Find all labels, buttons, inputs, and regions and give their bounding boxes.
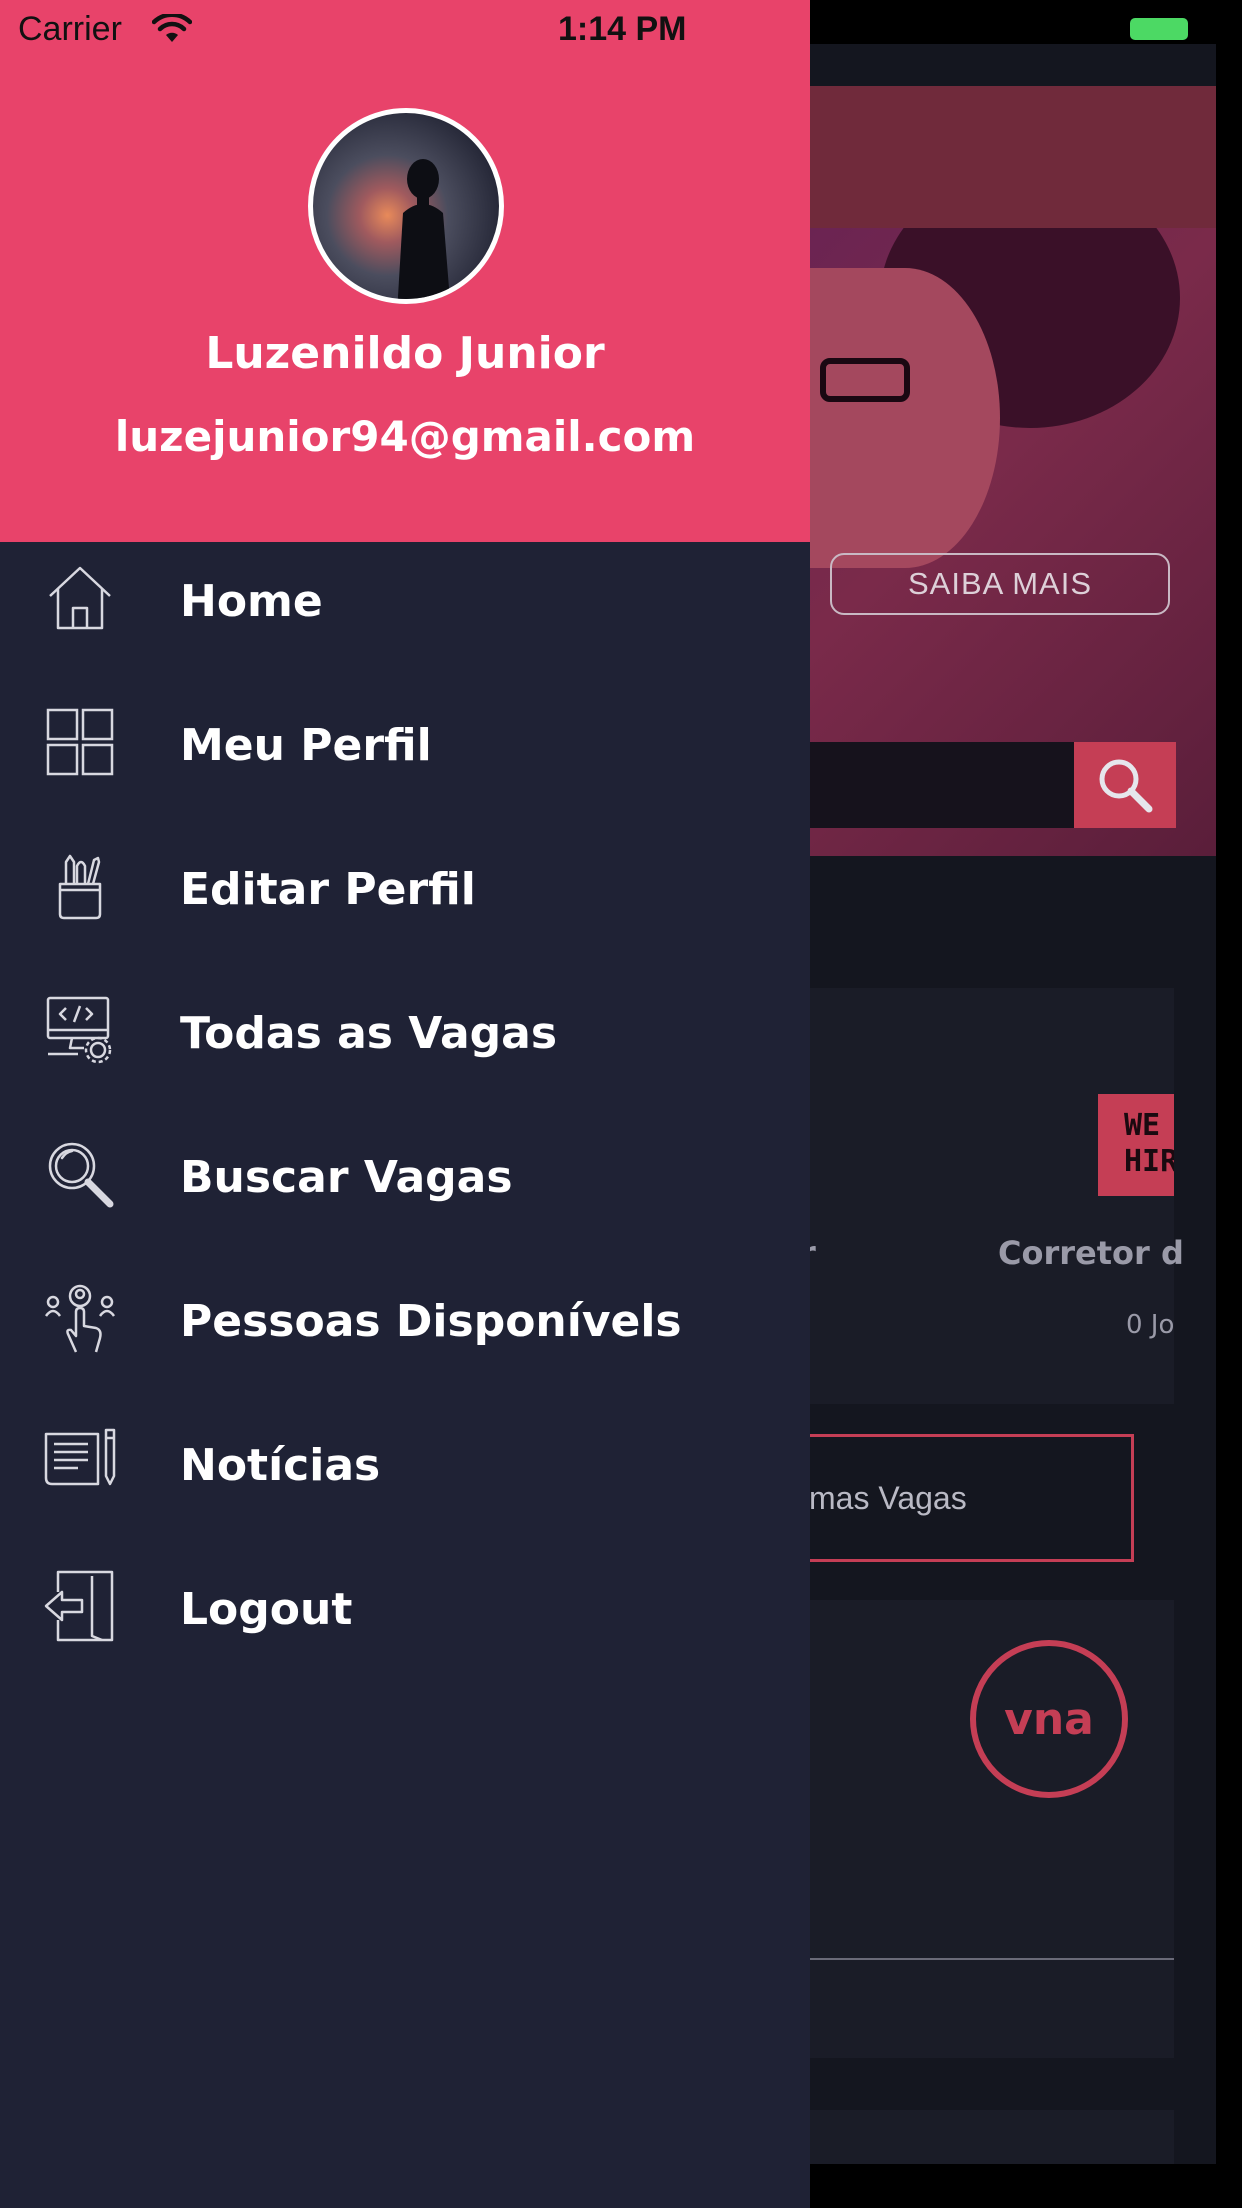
computer-code-icon	[44, 994, 116, 1066]
menu-item-meu-perfil[interactable]: Meu Perfil	[0, 686, 810, 830]
user-name: Luzenildo Junior	[205, 328, 605, 379]
drawer-header: Carrier 1:14 PM Luzenildo Junior luzejun…	[0, 0, 810, 542]
search-icon	[44, 1138, 116, 1210]
battery-icon	[1130, 18, 1188, 40]
screen-edge	[1216, 44, 1242, 2208]
job-card-title: Corretor d	[998, 1234, 1184, 1272]
status-bar: Carrier 1:14 PM	[0, 0, 810, 60]
menu-label: Notícias	[180, 1440, 381, 1491]
people-touch-icon	[44, 1282, 116, 1354]
grid-icon	[44, 706, 116, 778]
hiring-sign-image: WE HIR	[1098, 1094, 1174, 1196]
hero-face	[810, 268, 1000, 568]
menu-label: Editar Perfil	[180, 864, 476, 915]
search-input[interactable]	[810, 742, 1074, 828]
vna-logo: vna	[970, 1640, 1128, 1798]
logout-icon	[44, 1570, 116, 1642]
menu-item-pessoas-disponivels[interactable]: Pessoas Disponívels	[0, 1262, 810, 1406]
wifi-icon	[152, 14, 192, 42]
drawer-menu: Home Meu Perfil Editar Perfil Todas as V…	[0, 542, 810, 1694]
menu-item-editar-perfil[interactable]: Editar Perfil	[0, 830, 810, 974]
clock: 1:14 PM	[558, 10, 687, 48]
menu-label: Home	[180, 576, 323, 627]
menu-label: Meu Perfil	[180, 720, 432, 771]
pencil-cup-icon	[44, 850, 116, 922]
menu-item-buscar-vagas[interactable]: Buscar Vagas	[0, 1118, 810, 1262]
hero-banner: SAIBA MAIS	[810, 228, 1216, 856]
news-icon	[44, 1426, 116, 1498]
search-button[interactable]	[1074, 742, 1176, 828]
carrier-label: Carrier	[18, 10, 122, 48]
background-navbar	[810, 86, 1216, 228]
menu-item-todas-as-vagas[interactable]: Todas as Vagas	[0, 974, 810, 1118]
divider	[810, 1958, 1174, 1960]
menu-item-noticias[interactable]: Notícias	[0, 1406, 810, 1550]
search-icon	[1099, 759, 1153, 813]
menu-label: Buscar Vagas	[180, 1152, 513, 1203]
hero-glasses	[820, 358, 910, 402]
menu-item-logout[interactable]: Logout	[0, 1550, 810, 1694]
job-card[interactable]	[810, 988, 1174, 1404]
side-drawer: Carrier 1:14 PM Luzenildo Junior luzejun…	[0, 0, 810, 2208]
menu-label: Logout	[180, 1584, 353, 1635]
user-email: luzejunior94@gmail.com	[114, 412, 696, 461]
menu-label: Todas as Vagas	[180, 1008, 558, 1059]
saiba-mais-button[interactable]: SAIBA MAIS	[830, 553, 1170, 615]
job-card-subtitle: 0 Jo	[1126, 1310, 1175, 1340]
person-silhouette	[397, 159, 450, 299]
menu-label: Pessoas Disponívels	[180, 1296, 682, 1347]
menu-item-home[interactable]: Home	[0, 542, 810, 686]
next-card[interactable]	[810, 2110, 1174, 2164]
home-icon	[44, 562, 116, 634]
screen-edge-bottom	[810, 2164, 1242, 2208]
avatar[interactable]	[308, 108, 504, 304]
